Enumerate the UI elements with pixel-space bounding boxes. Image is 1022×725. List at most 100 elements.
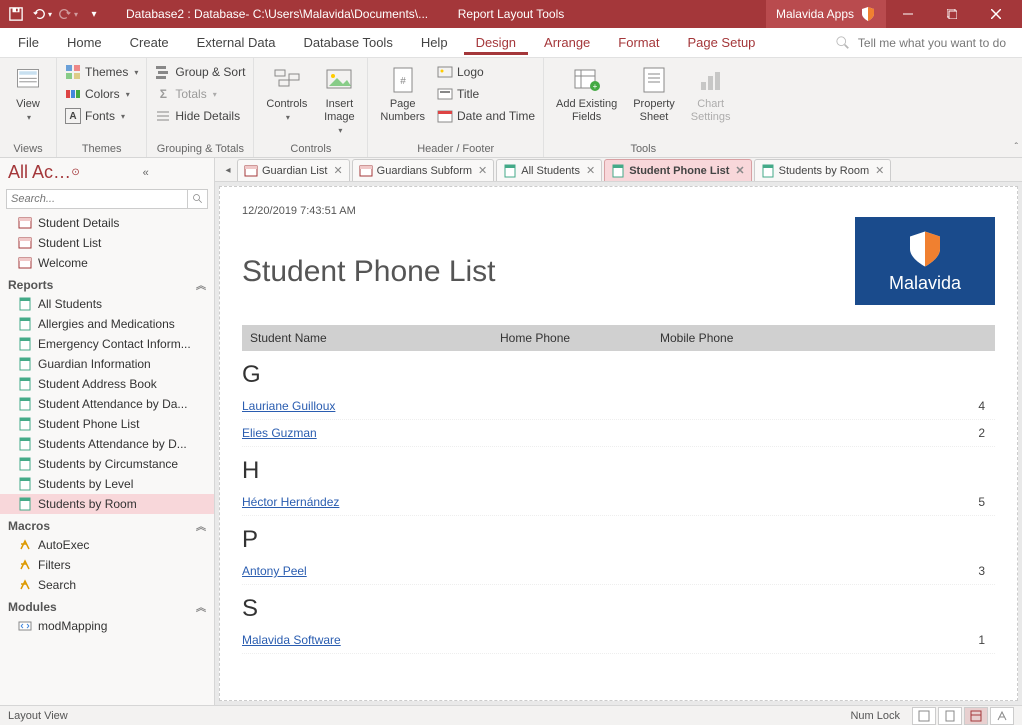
group-label-header-footer: Header / Footer (376, 141, 535, 155)
nav-category-macros[interactable]: Macros︽ (0, 514, 214, 535)
menu-external-data[interactable]: External Data (185, 31, 288, 54)
maximize-button[interactable] (930, 0, 974, 28)
colors-icon (65, 86, 81, 102)
student-name-link[interactable]: Héctor Hernández (242, 495, 339, 509)
report-canvas[interactable]: 12/20/2019 7:43:51 AM Malavida Student P… (215, 182, 1022, 705)
menu-file[interactable]: File (6, 31, 51, 54)
menu-database-tools[interactable]: Database Tools (291, 31, 404, 54)
report-logo-text: Malavida (889, 273, 961, 294)
nav-form-item[interactable]: Welcome (0, 253, 214, 273)
close-button[interactable] (974, 0, 1018, 28)
search-icon[interactable] (187, 190, 207, 208)
menu-format[interactable]: Format (606, 31, 671, 54)
student-name-link[interactable]: Elies Guzman (242, 426, 317, 440)
nav-report-item[interactable]: Student Phone List (0, 414, 214, 434)
nav-report-item[interactable]: Student Address Book (0, 374, 214, 394)
nav-pane-dropdown-icon[interactable]: ⊙ (71, 167, 134, 178)
nav-report-item[interactable]: Guardian Information (0, 354, 214, 374)
tab-label: Students by Room (779, 165, 870, 177)
logo-button[interactable]: Logo (437, 62, 535, 82)
menu-page-setup[interactable]: Page Setup (675, 31, 767, 54)
nav-module-item[interactable]: modMapping (0, 616, 214, 636)
menu-help[interactable]: Help (409, 31, 460, 54)
nav-report-item[interactable]: Allergies and Medications (0, 314, 214, 334)
date-time-button[interactable]: Date and Time (437, 106, 535, 126)
close-tab-icon[interactable]: ✕ (478, 164, 487, 177)
chart-settings-button[interactable]: Chart Settings (687, 62, 735, 126)
nav-macro-item[interactable]: AutoExec (0, 535, 214, 555)
report-row[interactable]: Héctor Hernández5 (242, 489, 995, 516)
page-numbers-button[interactable]: #Page Numbers (376, 62, 429, 126)
undo-icon[interactable]: ▾ (30, 3, 54, 25)
document-tab[interactable]: Guardian List✕ (237, 159, 350, 181)
close-tab-icon[interactable]: ✕ (735, 164, 744, 177)
close-tab-icon[interactable]: ✕ (333, 164, 342, 177)
customize-qat-icon[interactable]: ▾ (82, 3, 106, 25)
menu-design[interactable]: Design (464, 31, 528, 55)
report-row[interactable]: Elies Guzman2 (242, 420, 995, 447)
nav-report-item[interactable]: Students by Room (0, 494, 214, 514)
nav-report-item[interactable]: All Students (0, 294, 214, 314)
nav-report-item[interactable]: Students by Level (0, 474, 214, 494)
report-row[interactable]: Antony Peel3 (242, 558, 995, 585)
close-tab-icon[interactable]: ✕ (875, 164, 884, 177)
nav-category-modules[interactable]: Modules︽ (0, 595, 214, 616)
nav-macro-item[interactable]: Search (0, 575, 214, 595)
group-header: G (242, 361, 995, 389)
colors-button[interactable]: Colors▾ (65, 84, 138, 104)
collapse-ribbon-icon[interactable]: ˆ (1015, 142, 1018, 153)
student-name-link[interactable]: Malavida Software (242, 633, 341, 647)
menu-arrange[interactable]: Arrange (532, 31, 602, 54)
menu-home[interactable]: Home (55, 31, 114, 54)
nav-macro-item[interactable]: Filters (0, 555, 214, 575)
insert-image-button[interactable]: Insert Image▾ (319, 62, 359, 138)
nav-item-label: Filters (38, 558, 71, 572)
property-sheet-button[interactable]: Property Sheet (629, 62, 679, 126)
report-icon (18, 357, 32, 371)
close-tab-icon[interactable]: ✕ (586, 164, 595, 177)
report-icon (18, 417, 32, 431)
nav-report-item[interactable]: Students by Circumstance (0, 454, 214, 474)
save-icon[interactable] (4, 3, 28, 25)
student-name-link[interactable]: Lauriane Guilloux (242, 399, 335, 413)
controls-button[interactable]: Controls▾ (262, 62, 311, 125)
layout-view-button[interactable] (964, 707, 988, 725)
nav-report-item[interactable]: Student Attendance by Da... (0, 394, 214, 414)
report-row[interactable]: Lauriane Guilloux4 (242, 393, 995, 420)
group-sort-button[interactable]: Group & Sort (155, 62, 245, 82)
report-view-button[interactable] (912, 707, 936, 725)
redo-icon[interactable]: ▾ (56, 3, 80, 25)
tell-me-search[interactable]: Tell me what you want to do (771, 36, 1016, 50)
menu-create[interactable]: Create (118, 31, 181, 54)
nav-pane-collapse-icon[interactable]: « (143, 167, 206, 179)
print-preview-button[interactable] (938, 707, 962, 725)
title-button[interactable]: Title (437, 84, 535, 104)
nav-search-input[interactable] (7, 193, 187, 205)
totals-button[interactable]: ΣTotals▾ (155, 84, 245, 104)
hide-details-button[interactable]: Hide Details (155, 106, 245, 126)
document-tab[interactable]: Student Phone List✕ (604, 159, 751, 181)
student-name-link[interactable]: Antony Peel (242, 564, 307, 578)
nav-category-reports[interactable]: Reports︽ (0, 273, 214, 294)
nav-report-item[interactable]: Emergency Contact Inform... (0, 334, 214, 354)
report-row[interactable]: Malavida Software1 (242, 627, 995, 654)
nav-form-item[interactable]: Student Details (0, 213, 214, 233)
design-view-button[interactable] (990, 707, 1014, 725)
report-surface[interactable]: 12/20/2019 7:43:51 AM Malavida Student P… (219, 186, 1018, 701)
document-tab[interactable]: Students by Room ✕ (754, 159, 892, 181)
document-tab[interactable]: All Students✕ (496, 159, 602, 181)
form-icon (18, 256, 32, 270)
contextual-tools-label: Report Layout Tools (458, 7, 565, 21)
minimize-button[interactable] (886, 0, 930, 28)
report-logo: Malavida (855, 217, 995, 305)
document-tab[interactable]: Guardians Subform✕ (352, 159, 495, 181)
nav-pane-header[interactable]: All Access Obje… ⊙ « (0, 158, 214, 187)
nav-form-item[interactable]: Student List (0, 233, 214, 253)
view-button[interactable]: View▾ (8, 62, 48, 125)
app-badge[interactable]: Malavida Apps (766, 0, 886, 28)
tab-scroll-left-icon[interactable]: ◂ (219, 159, 237, 181)
themes-button[interactable]: Themes▾ (65, 62, 138, 82)
add-fields-button[interactable]: +Add Existing Fields (552, 62, 621, 126)
fonts-button[interactable]: AFonts▾ (65, 106, 138, 126)
nav-report-item[interactable]: Students Attendance by D... (0, 434, 214, 454)
